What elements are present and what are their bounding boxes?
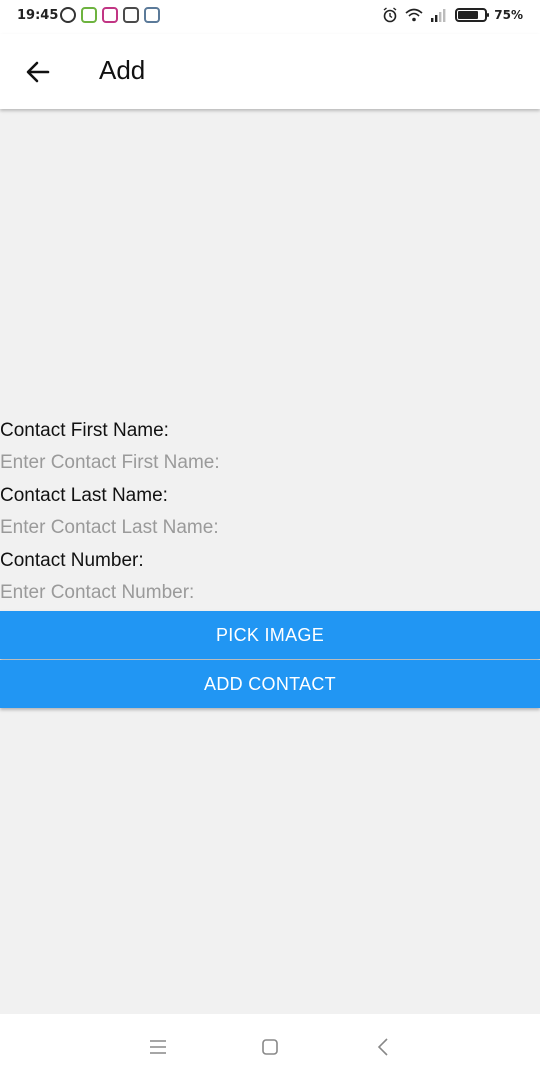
menu-icon — [150, 1040, 166, 1054]
back-button[interactable] — [16, 50, 60, 94]
navigation-bar — [0, 1014, 540, 1080]
first-name-input[interactable] — [0, 447, 540, 479]
last-name-input[interactable] — [0, 512, 540, 544]
number-label: Contact Number: — [0, 550, 144, 571]
google-icon — [123, 7, 139, 23]
number-input[interactable] — [0, 577, 540, 609]
alarm-icon — [383, 7, 397, 23]
contact-form: Contact First Name: Contact Last Name: C… — [0, 414, 540, 609]
add-contact-button[interactable]: ADD CONTACT — [0, 660, 540, 708]
menu-button[interactable] — [138, 1032, 178, 1062]
last-name-label: Contact Last Name: — [0, 485, 168, 506]
pick-image-button[interactable]: PICK IMAGE — [0, 611, 540, 659]
wifi-icon — [405, 8, 423, 22]
status-bar: 19:45 75% — [0, 0, 540, 34]
status-time: 19:45 — [17, 8, 59, 23]
home-button[interactable] — [250, 1032, 290, 1062]
notification-icons — [60, 7, 160, 23]
instagram-icon — [102, 7, 118, 23]
android-icon — [81, 7, 97, 23]
nav-back-button[interactable] — [363, 1032, 403, 1062]
arrow-left-icon — [26, 61, 50, 83]
status-icons: 75% — [382, 7, 523, 23]
vpn-icon — [60, 7, 76, 23]
page-title: Add — [99, 55, 146, 85]
message-icon — [144, 7, 160, 23]
battery-fill — [458, 11, 478, 19]
home-icon — [262, 1039, 278, 1055]
back-icon — [377, 1038, 388, 1056]
app-bar: Add — [0, 34, 540, 109]
battery-percent: 75% — [494, 8, 523, 22]
first-name-label: Contact First Name: — [0, 420, 169, 441]
signal-icon — [431, 9, 446, 22]
battery-icon — [455, 8, 490, 22]
